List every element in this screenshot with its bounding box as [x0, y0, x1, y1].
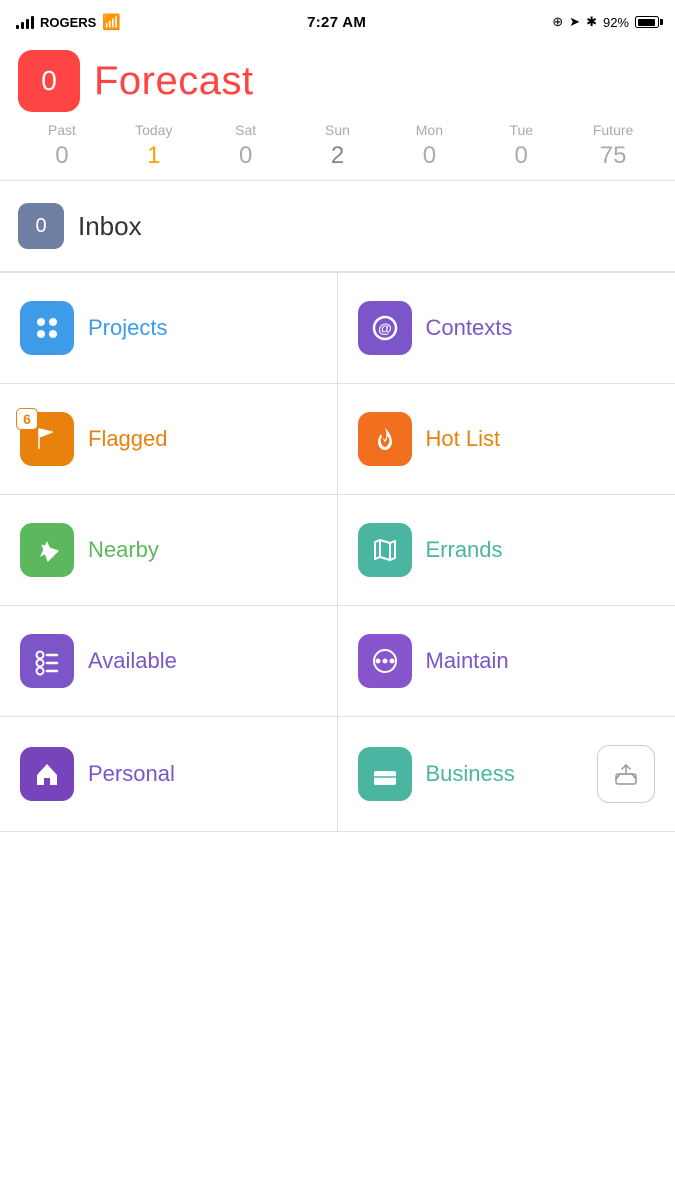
- inbox-label: Inbox: [78, 211, 142, 242]
- maintain-icon: [358, 634, 412, 688]
- flagged-label: Flagged: [88, 426, 168, 452]
- add-button[interactable]: [597, 745, 655, 803]
- status-right: ⊕ ➤ ✱ 92%: [552, 14, 659, 30]
- day-future[interactable]: Future 75: [567, 122, 659, 170]
- nearby-label: Nearby: [88, 537, 159, 563]
- grid-item-personal[interactable]: Personal: [0, 717, 338, 832]
- forecast-title: Forecast: [94, 59, 254, 104]
- battery-icon: [635, 16, 659, 28]
- day-tue[interactable]: Tue 0: [475, 122, 567, 170]
- personal-label: Personal: [88, 761, 175, 787]
- inbox-badge: 0: [18, 203, 64, 249]
- days-row: Past 0 Today 1 Sat 0 Sun 2 Mon 0 Tue 0 F…: [10, 122, 665, 170]
- maintain-label: Maintain: [426, 648, 509, 674]
- status-bar: ROGERS 📶 7:27 AM ⊕ ➤ ✱ 92%: [0, 0, 675, 40]
- grid-container: Projects @ Contexts 6 Flagged Hot Li: [0, 272, 675, 832]
- signal-bars: [16, 15, 34, 29]
- grid-item-contexts[interactable]: @ Contexts: [338, 273, 675, 384]
- wifi-icon: 📶: [102, 13, 121, 31]
- flagged-icon: 6: [20, 412, 74, 466]
- grid-item-hotlist[interactable]: Hot List: [338, 384, 675, 495]
- day-sat[interactable]: Sat 0: [200, 122, 292, 170]
- day-mon[interactable]: Mon 0: [383, 122, 475, 170]
- inbox-row[interactable]: 0 Inbox: [0, 181, 675, 272]
- grid-item-nearby[interactable]: Nearby: [0, 495, 338, 606]
- hotlist-label: Hot List: [426, 426, 501, 452]
- errands-label: Errands: [426, 537, 503, 563]
- projects-label: Projects: [88, 315, 167, 341]
- available-icon: [20, 634, 74, 688]
- projects-icon: [20, 301, 74, 355]
- carrier-label: ROGERS: [40, 15, 96, 30]
- available-label: Available: [88, 648, 177, 674]
- status-time: 7:27 AM: [307, 14, 366, 31]
- grid-item-business[interactable]: Business: [338, 717, 675, 832]
- svg-text:@: @: [378, 320, 392, 336]
- personal-icon: [20, 747, 74, 801]
- day-past[interactable]: Past 0: [16, 122, 108, 170]
- business-icon: [358, 747, 412, 801]
- hotlist-icon: [358, 412, 412, 466]
- business-label: Business: [426, 761, 515, 787]
- contexts-label: Contexts: [426, 315, 513, 341]
- days-container: Past 0 Today 1 Sat 0 Sun 2 Mon 0 Tue 0 F…: [0, 122, 675, 181]
- nearby-icon: [20, 523, 74, 577]
- errands-icon: [358, 523, 412, 577]
- grid-item-available[interactable]: Available: [0, 606, 338, 717]
- grid-item-flagged[interactable]: 6 Flagged: [0, 384, 338, 495]
- battery-percent: 92%: [603, 15, 629, 30]
- grid-item-maintain[interactable]: Maintain: [338, 606, 675, 717]
- contexts-icon: @: [358, 301, 412, 355]
- location-icon: ⊕: [552, 14, 563, 30]
- grid-item-projects[interactable]: Projects: [0, 273, 338, 384]
- day-sun[interactable]: Sun 2: [292, 122, 384, 170]
- day-today[interactable]: Today 1: [108, 122, 200, 170]
- forecast-badge: 0: [18, 50, 80, 112]
- header: 0 Forecast: [0, 40, 675, 122]
- grid-item-errands[interactable]: Errands: [338, 495, 675, 606]
- status-left: ROGERS 📶: [16, 13, 121, 31]
- navigation-icon: ➤: [569, 14, 580, 30]
- bluetooth-icon: ✱: [586, 14, 597, 30]
